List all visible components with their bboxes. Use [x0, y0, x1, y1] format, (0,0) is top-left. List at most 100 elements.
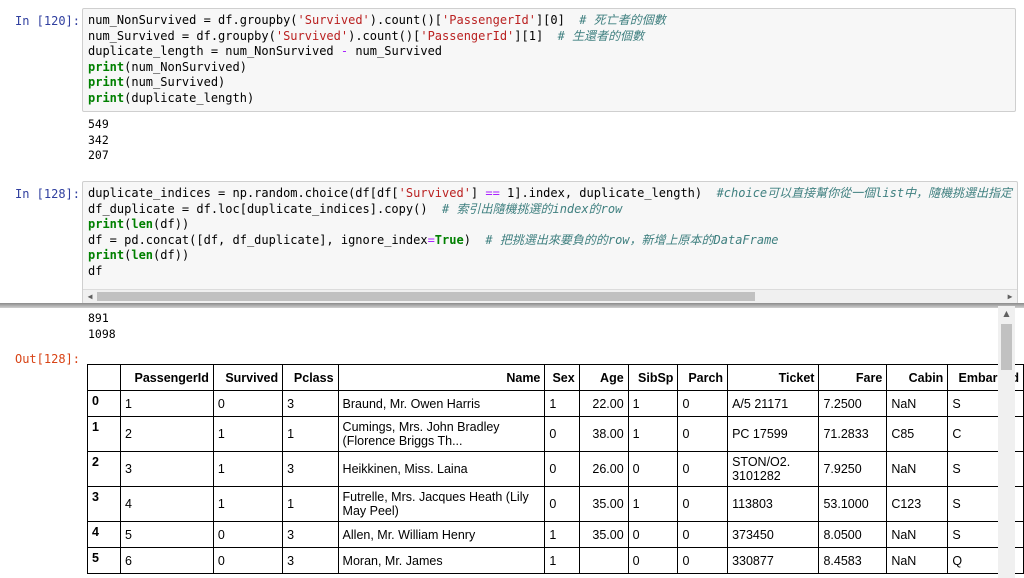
code-line: df_duplicate = df.loc[duplicate_indices]… [88, 202, 1012, 218]
cell2-horizontal-scrollbar[interactable]: ◀ ▶ [83, 289, 1017, 303]
table-cell: A/5 21171 [727, 390, 820, 417]
code-token: num_Survived = df.groupby( [88, 28, 276, 43]
table-cell: 1 [627, 486, 679, 522]
column-header: Parch [677, 364, 729, 391]
table-cell: Cumings, Mrs. John Bradley (Florence Bri… [337, 416, 546, 452]
output-area-divider [0, 303, 1024, 308]
table-cell: 1 [282, 416, 339, 452]
table-cell: 8.4583 [818, 547, 888, 574]
code-token: print [88, 75, 125, 89]
code-line: num_NonSurvived = df.groupby('Survived')… [88, 13, 1010, 29]
table-cell: Allen, Mr. William Henry [337, 521, 546, 548]
table-cell: 0 [212, 390, 284, 417]
table-row: 2 3 1 3 Heikkinen, Miss. Laina 0 26.00 0 0 STON/O… [86, 451, 1024, 487]
table-cell: 0 [677, 486, 729, 522]
table-cell: NaN [886, 451, 949, 487]
row-index: 4 [86, 521, 122, 548]
table-cell: Braund, Mr. Owen Harris [337, 390, 546, 417]
table-cell: 1 [544, 521, 580, 548]
scroll-left-arrow-icon[interactable]: ◀ [84, 290, 96, 303]
table-cell: 1 [212, 451, 284, 487]
cell1-output: 549 342 207 [88, 117, 109, 162]
column-header [86, 364, 122, 391]
table-cell: PC 17599 [727, 416, 820, 452]
row-index: 5 [86, 547, 122, 574]
code-token: # 死亡者的個數 [579, 13, 666, 27]
code-token: ] [470, 186, 486, 200]
vertical-scroll-thumb[interactable] [1001, 324, 1012, 370]
horizontal-scroll-thumb[interactable] [97, 292, 755, 301]
code-token: ).count()[ [369, 13, 443, 27]
code-line: print(len(df)) [88, 248, 1012, 264]
table-cell: NaN [886, 547, 949, 574]
table-cell: 1 [212, 486, 284, 522]
table-cell: 373450 [727, 521, 820, 548]
table-cell: 0 [627, 521, 679, 548]
table-cell: Heikkinen, Miss. Laina [337, 451, 546, 487]
table-cell: 3 [282, 390, 339, 417]
table-cell [578, 547, 629, 574]
code-token: 'Survived' [297, 13, 370, 27]
table-cell: NaN [886, 390, 949, 417]
code-token: = [427, 232, 435, 247]
code-line: num_Survived = df.groupby('Survived').co… [88, 29, 1010, 45]
code-token: num_NonSurvived = df.groupby( [88, 13, 298, 27]
table-cell: 2 [120, 416, 214, 452]
code-token: df_duplicate = df.loc[duplicate_indices]… [88, 201, 443, 216]
code-token: df [88, 263, 103, 278]
code-token: (df)) [153, 248, 190, 262]
row-index: 3 [86, 486, 122, 522]
table-cell: 3 [282, 521, 339, 548]
code-token: df = pd.concat([df, df_duplicate], ignor… [88, 232, 428, 247]
code-token: 'Survived' [275, 28, 349, 43]
row-index: 1 [86, 416, 122, 452]
scroll-right-arrow-icon[interactable]: ▶ [1004, 290, 1016, 303]
table-cell: 1 [544, 390, 580, 417]
table-cell: STON/O2. 3101282 [727, 451, 820, 487]
code-token: len [131, 217, 154, 231]
code-token: (num_NonSurvived) [124, 59, 247, 74]
row-index: 2 [86, 451, 122, 487]
table-cell: 0 [677, 390, 729, 417]
code-token: (duplicate_length) [124, 90, 255, 105]
table-cell: 3 [120, 451, 214, 487]
table-row: 1 2 1 1 Cumings, Mrs. John Bradley (Florence… [86, 416, 1024, 452]
table-cell: C123 [886, 486, 949, 522]
table-cell: 0 [677, 521, 729, 548]
code-line: print(num_Survived) [88, 75, 1010, 91]
table-cell: Moran, Mr. James [337, 547, 546, 574]
code-token: # 把挑選出來要負的的row，新增上原本的DataFrame [485, 232, 779, 247]
table-cell: 1 [627, 416, 679, 452]
column-header: Pclass [282, 364, 339, 391]
code-token: duplicate_indices = np.random.choice(df[… [88, 186, 399, 200]
table-cell: 22.00 [578, 390, 629, 417]
cell1-in-prompt: In [120]: [14, 14, 80, 28]
column-header: Survived [212, 364, 284, 391]
table-cell: 0 [544, 416, 580, 452]
cell1-code-editor[interactable]: num_NonSurvived = df.groupby('Survived')… [82, 8, 1016, 112]
table-cell: 3 [282, 451, 339, 487]
code-token: # 生還者的個數 [557, 28, 645, 43]
table-cell: 5 [120, 521, 214, 548]
table-cell: 0 [212, 547, 284, 574]
table-cell: 35.00 [578, 486, 629, 522]
table-cell: 26.00 [578, 451, 629, 487]
code-line: duplicate_length = num_NonSurvived - num… [88, 44, 1010, 60]
table-cell: 0 [677, 451, 729, 487]
table-cell: 0 [627, 547, 679, 574]
table-header-row: PassengerId Survived Pclass Name Sex Age SibSp… [86, 364, 1024, 391]
cell2-code-editor[interactable]: duplicate_indices = np.random.choice(df[… [82, 181, 1018, 304]
cell2-print-output: 891 1098 [88, 311, 116, 341]
column-header: Cabin [886, 364, 949, 391]
table-cell: 7.2500 [818, 390, 888, 417]
table-cell: 113803 [727, 486, 820, 522]
cell2-out-prompt: Out[128]: [14, 352, 80, 366]
scroll-up-arrow-icon[interactable]: ▲ [998, 308, 1015, 320]
output-vertical-scrollbar[interactable]: ▲ [998, 306, 1015, 578]
table-cell: 53.1000 [818, 486, 888, 522]
code-line: duplicate_indices = np.random.choice(df[… [88, 186, 1012, 202]
table-cell: NaN [886, 521, 949, 548]
code-token: (df)) [153, 217, 190, 231]
code-token: 'PassengerId' [442, 13, 536, 27]
table-row: 3 4 1 1 Futrelle, Mrs. Jacques Heath (Lily M… [86, 486, 1024, 522]
